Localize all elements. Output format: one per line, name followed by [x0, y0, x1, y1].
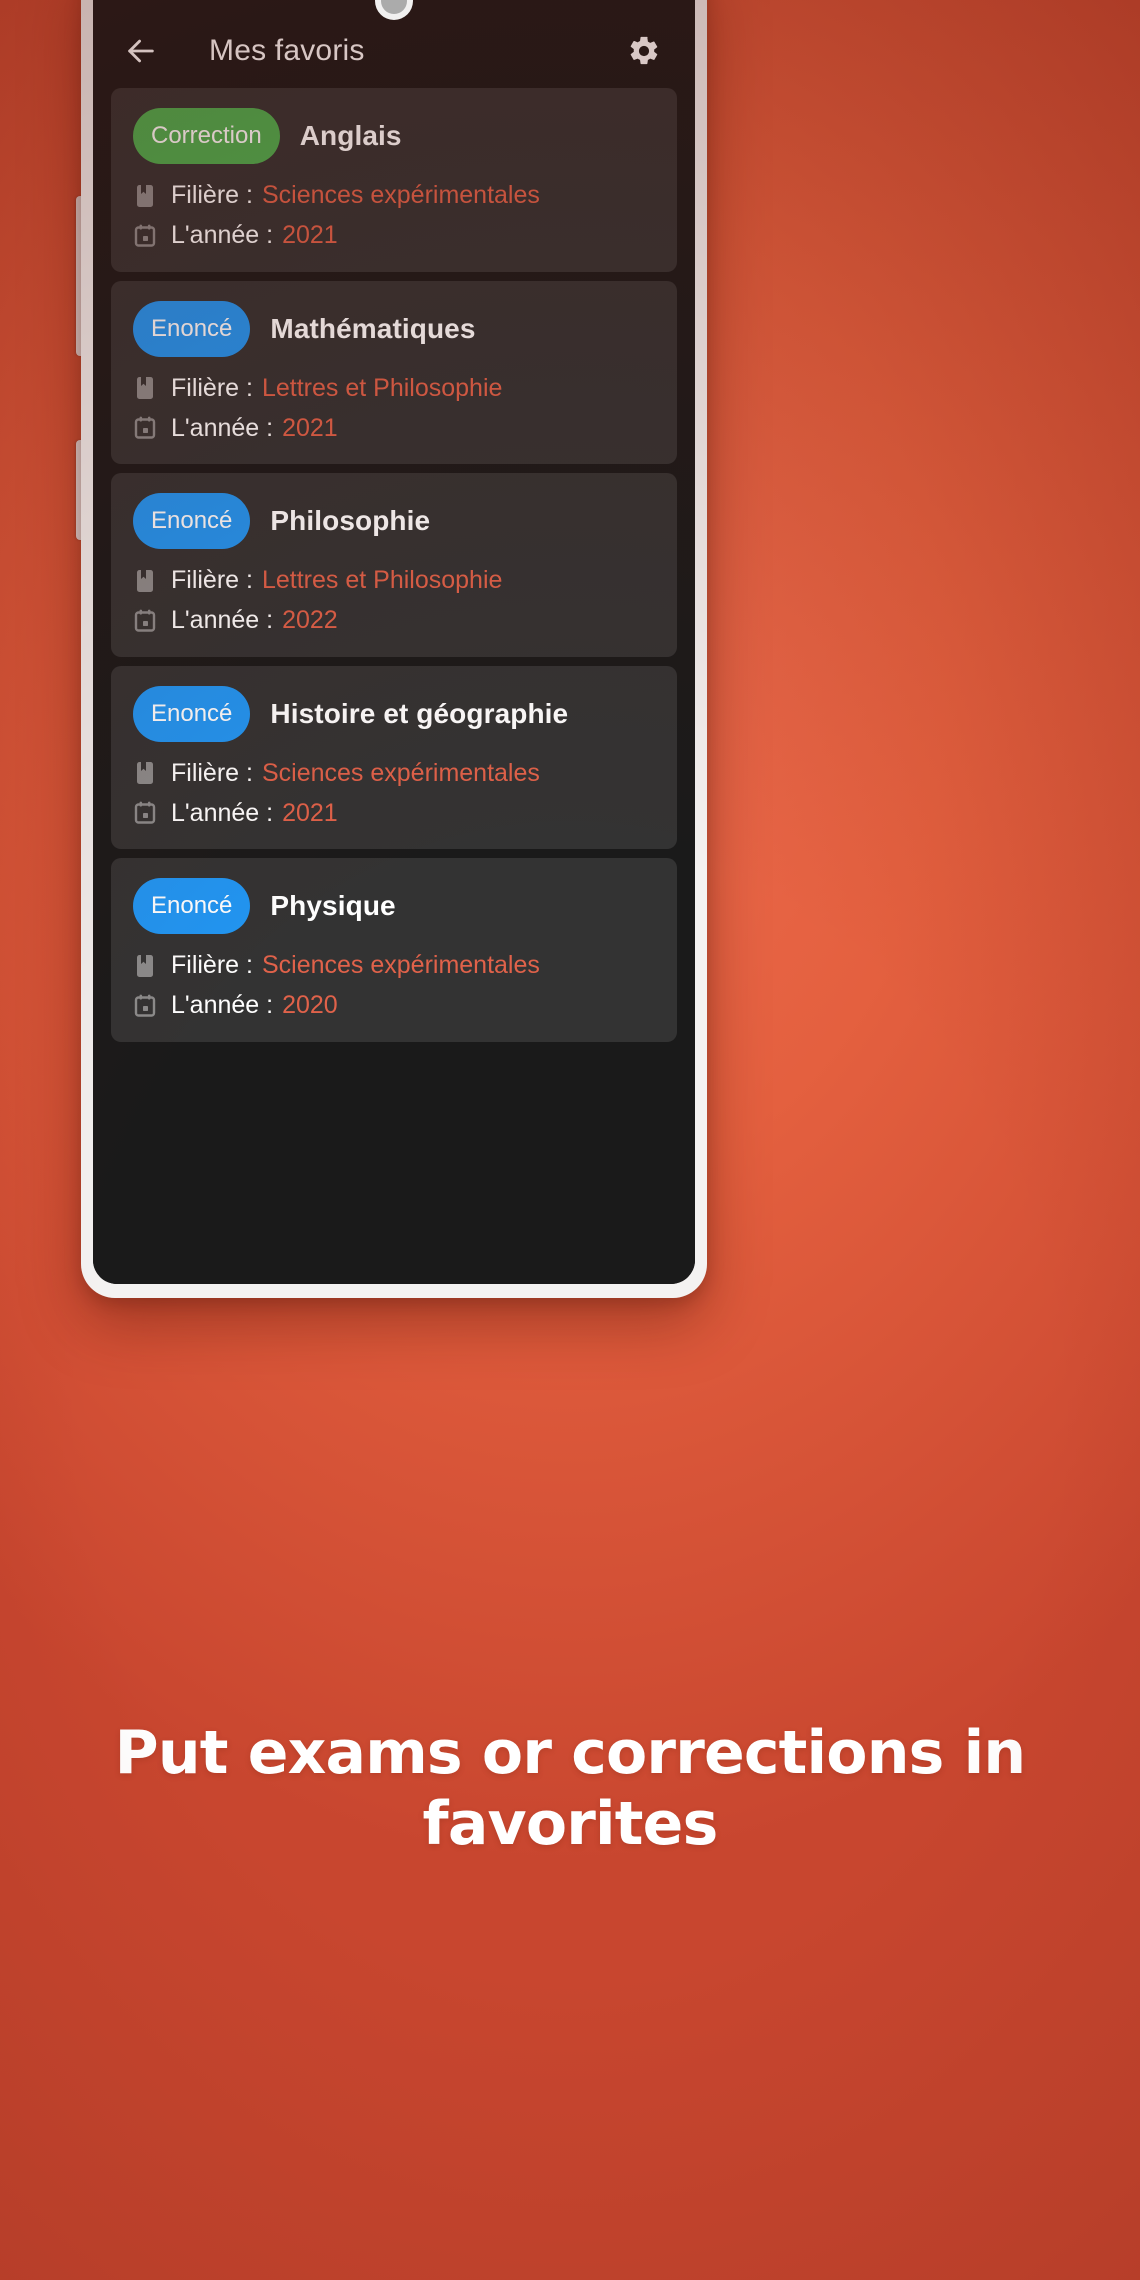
meta-row-filiere: Filière : Sciences expérimentales — [133, 180, 655, 211]
card-title: Mathématiques — [270, 312, 476, 344]
meta-row-filiere: Filière : Lettres et Philosophie — [133, 565, 655, 596]
back-button[interactable] — [115, 25, 167, 77]
bookmark-icon — [133, 375, 157, 401]
meta-row-annee: L'année : 2021 — [133, 413, 655, 444]
settings-button[interactable] — [621, 28, 667, 74]
status-badge: Enoncé — [133, 685, 251, 742]
calendar-icon — [133, 993, 157, 1019]
meta-value-filiere: Lettres et Philosophie — [261, 566, 503, 594]
bookmark-icon — [133, 568, 157, 594]
meta-label-filiere: Filière : — [171, 951, 253, 979]
card-title: Anglais — [299, 120, 402, 151]
meta-row-filiere: Filière : Sciences expérimentales — [133, 950, 655, 981]
card-header: Enoncé Histoire et géographie — [133, 685, 655, 742]
bookmark-icon — [133, 760, 157, 786]
meta-value-annee: 2020 — [282, 991, 338, 1020]
card-header: Enoncé Philosophie — [133, 493, 655, 549]
promo-screenshot: Mes favoris Correction Anglais Filière:… — [0, 0, 1140, 2280]
meta-value-filiere: Lettres et Philosophie — [261, 373, 503, 402]
meta-label-annee: L'année : — [171, 991, 274, 1020]
promo-caption-line1: Put exams or corrections in — [114, 1718, 1026, 1788]
favorite-card[interactable]: Enoncé Philosophie Filière : Lettres et … — [111, 473, 677, 657]
meta-row-annee: L'année : 2020 — [133, 990, 655, 1021]
meta-value-filiere: Sciences expérimentales — [261, 181, 540, 209]
camera-lens-icon — [381, 0, 407, 14]
card-title: Philosophie — [270, 505, 431, 536]
favorite-card[interactable]: Enoncé Physique Filière : Sciences expér… — [111, 858, 677, 1042]
card-title: Histoire et géographie — [270, 697, 569, 729]
phone-screen: Mes favoris Correction Anglais Filière:… — [93, 0, 695, 1284]
meta-row-filiere: Filière : Sciences expérimentales — [133, 758, 655, 789]
card-header: Correction Anglais — [133, 108, 655, 164]
page-title: Mes favoris — [209, 34, 365, 67]
card-header: Enoncé Physique — [133, 878, 655, 934]
promo-caption-line2: favorites — [422, 1788, 719, 1859]
meta-label-filiere: Filière : — [171, 566, 253, 594]
promo-caption: Put exams or corrections in favorites — [0, 1718, 1140, 1860]
meta-row-annee: L'année : 2022 — [133, 605, 655, 636]
meta-label-annee: L'année : — [171, 606, 274, 635]
meta-row-annee: L'année : 2021 — [133, 220, 655, 251]
calendar-icon — [133, 223, 157, 249]
arrow-left-icon — [124, 34, 158, 68]
status-badge: Enoncé — [133, 493, 251, 549]
phone-mockup: Mes favoris Correction Anglais Filière:… — [76, 0, 707, 1298]
meta-value-annee: 2021 — [282, 221, 338, 250]
meta-label-filiere: Filière : — [171, 373, 253, 402]
calendar-icon — [133, 608, 157, 634]
status-badge: Correction — [133, 108, 280, 164]
meta-value-filiere: Sciences expérimentales — [261, 758, 540, 787]
meta-label-filiere: Filière : — [171, 758, 253, 787]
status-badge: Enoncé — [133, 878, 251, 934]
meta-value-annee: 2022 — [282, 606, 338, 635]
meta-label-annee: L'année : — [171, 221, 274, 250]
calendar-icon — [133, 800, 157, 826]
meta-label-filiere: Filière : — [171, 181, 253, 209]
calendar-icon — [133, 415, 157, 441]
card-title: Physique — [270, 890, 396, 921]
meta-value-annee: 2021 — [282, 798, 338, 827]
meta-row-filiere: Filière : Lettres et Philosophie — [133, 373, 655, 404]
meta-value-annee: 2021 — [282, 413, 338, 442]
favorite-card[interactable]: Correction Anglais Filière : Sciences ex… — [111, 88, 677, 272]
bookmark-icon — [133, 183, 157, 209]
meta-value-filiere: Sciences expérimentales — [261, 951, 540, 979]
favorites-list[interactable]: Correction Anglais Filière : Sciences ex… — [93, 88, 695, 1284]
gear-icon — [627, 34, 661, 68]
meta-label-annee: L'année : — [171, 413, 274, 442]
meta-label-annee: L'année : — [171, 798, 274, 827]
status-badge: Enoncé — [133, 300, 251, 357]
favorite-card[interactable]: Enoncé Histoire et géographie Filière : — [111, 665, 677, 849]
phone-frame: Mes favoris Correction Anglais Filière:… — [81, 0, 707, 1298]
card-header: Enoncé Mathématiques — [133, 300, 655, 357]
favorite-card[interactable]: Enoncé Mathématiques Filière : Lettres e… — [111, 280, 677, 464]
meta-row-annee: L'année : 2021 — [133, 798, 655, 829]
bookmark-icon — [133, 953, 157, 979]
